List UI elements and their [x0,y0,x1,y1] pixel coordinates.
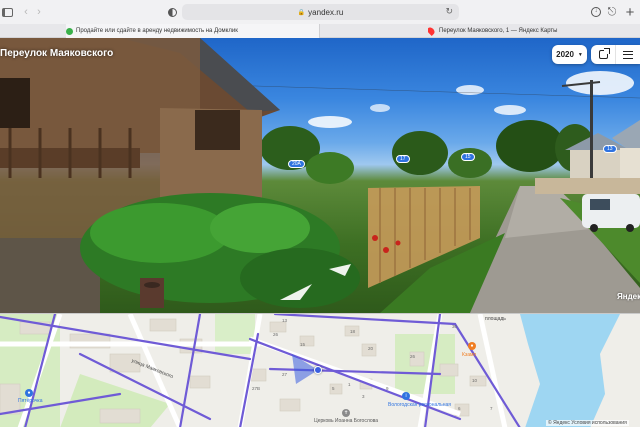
church-icon[interactable]: ✝ [342,409,350,417]
tab-domclick[interactable]: Продайте или сдайте в аренду недвижимост… [66,24,320,38]
hamburger-icon [622,50,633,59]
poi-label[interactable]: Церковь Иоанна Богослова [314,418,378,424]
yandex-maps-favicon-icon [428,26,436,36]
house-number: 27 [282,372,288,377]
domclick-favicon-icon [66,27,73,35]
cafe-icon[interactable]: ● [468,342,476,350]
shop-icon[interactable]: ● [25,389,33,397]
address-bar[interactable]: 🔒 yandex.ru ↻ [182,4,459,20]
poi-label[interactable]: Пятёрочка [18,398,43,404]
url-text: yandex.ru [308,7,344,17]
yandex-watermark: Яндекс [617,292,640,301]
mini-map[interactable]: улица Маяковского площадь 13 18 20 26 27… [0,313,640,427]
house-number: 13 [282,318,288,323]
external-link-icon [598,48,610,59]
house-number: 15 [300,342,306,347]
house-number: 7 [490,406,493,411]
panorama-position-marker[interactable] [314,366,322,374]
reload-icon[interactable]: ↻ [445,6,453,17]
open-external-button[interactable] [591,45,615,64]
house-number: 26 [273,332,279,337]
house-number: 9 [386,386,389,391]
navigate-back-arrow-icon[interactable] [327,263,353,277]
info-icon[interactable]: i [402,392,410,400]
browser-toolbar: ‹ › 🔒 yandex.ru ↻ ↓ ⎋ + [0,0,640,24]
house-number: 3 [362,394,365,399]
tab-yandex-maps[interactable]: Переулок Маяковского, 1 — Яндекс Карты [428,24,640,38]
house-marker[interactable]: 20А [288,160,305,168]
street-label: площадь [485,316,506,322]
house-number: 30 [452,324,458,329]
house-number: 18 [350,329,356,334]
panorama-scene [0,38,640,313]
back-icon[interactable]: ‹ [20,3,32,21]
year-selector[interactable]: 2020 ▼ [552,45,587,64]
tab-label: Продайте или сдайте в аренду недвижимост… [76,28,238,34]
house-number: 5 [332,386,335,391]
house-number: 6 [458,406,461,411]
tab-label: Переулок Маяковского, 1 — Яндекс Карты [439,28,558,34]
house-number: 26 [410,354,416,359]
navigate-forward-arrow-icon[interactable] [278,282,314,302]
house-marker[interactable]: 15 [461,153,475,161]
house-number: 1 [348,382,351,387]
chevron-down-icon: ▼ [577,51,583,58]
house-marker[interactable]: 13 [603,145,617,153]
house-number: 10 [472,378,478,383]
tab-bar: Продайте или сдайте в аренду недвижимост… [0,24,640,38]
year-selector-label: 2020 [556,50,574,59]
panorama-controls [591,45,640,64]
new-tab-icon[interactable]: + [624,3,636,21]
lock-icon: 🔒 [297,9,306,16]
map-copyright[interactable]: © Яндекс Условия использования [546,420,629,426]
forward-icon[interactable]: › [33,3,45,21]
house-number: 20 [368,346,374,351]
street-panorama[interactable]: Переулок Маяковского 2020 ▼ 20А 17 15 13… [0,38,640,313]
downloads-icon[interactable]: ↓ [590,3,602,21]
privacy-shield-icon[interactable] [166,3,178,21]
house-number: 27В [252,386,261,391]
house-marker[interactable]: 17 [396,155,410,163]
poi-label[interactable]: Вологодская региональная [388,402,451,408]
menu-button[interactable] [615,45,639,64]
share-icon[interactable]: ⎋ [606,3,618,21]
street-title: Переулок Маяковского [0,48,114,59]
sidebar-toggle-icon[interactable] [0,3,14,21]
poi-label[interactable]: Кзамп [462,352,476,358]
